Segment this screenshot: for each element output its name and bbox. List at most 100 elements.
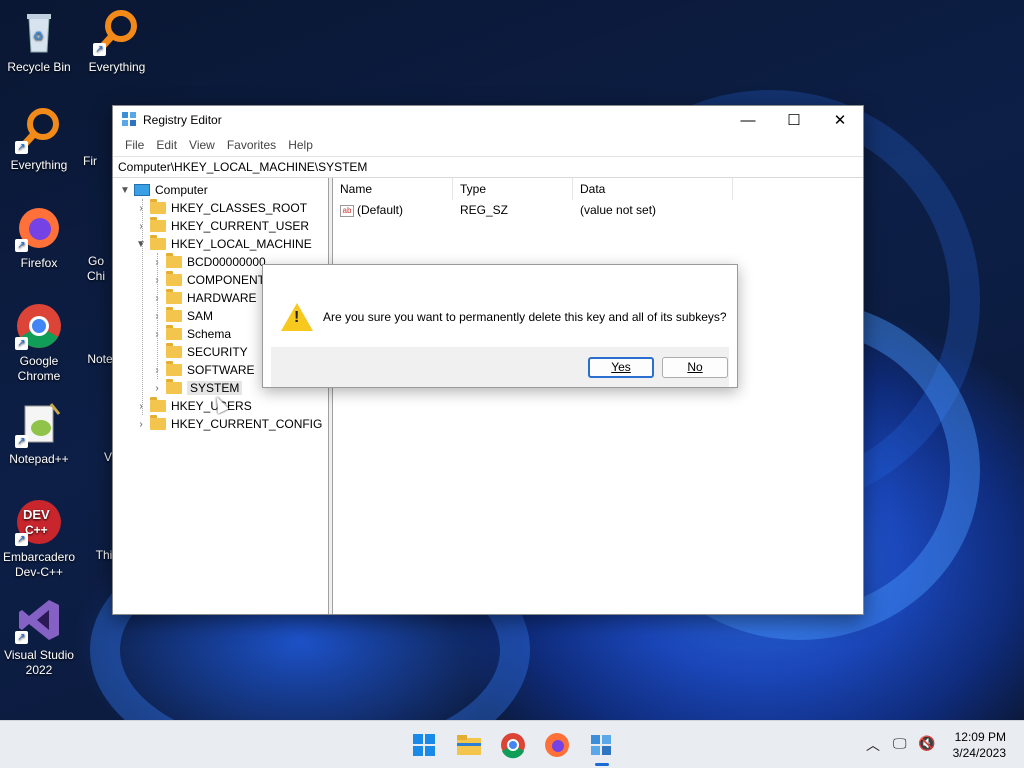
chevron-right-icon[interactable]: › bbox=[135, 203, 147, 214]
column-header-data[interactable]: Data bbox=[573, 178, 733, 200]
values-list: Name Type Data ab (Default) REG_SZ (value… bbox=[333, 178, 863, 614]
confirm-delete-dialog: ! Are you sure you want to permanently d… bbox=[262, 264, 738, 388]
desktop-icon-label: Fir bbox=[83, 154, 97, 168]
folder-icon bbox=[166, 325, 182, 340]
notepadpp-icon: ↗ bbox=[15, 400, 63, 448]
shortcut-arrow-icon: ↗ bbox=[15, 435, 28, 448]
desktop-icon-visual-studio[interactable]: ↗ Visual Studio 2022 bbox=[0, 596, 78, 678]
title-bar[interactable]: Registry Editor — ☐ ✕ bbox=[113, 106, 863, 134]
value-type: REG_SZ bbox=[460, 203, 509, 217]
desktop-icon-partial[interactable]: Fir bbox=[60, 154, 120, 169]
desktop-icon-label: Recycle Bin bbox=[7, 60, 71, 74]
tree-node-label: HKEY_LOCAL_MACHINE bbox=[171, 237, 312, 251]
desktop-icon-devcpp[interactable]: DEV C++ ↗ Embarcadero Dev-C++ bbox=[0, 498, 78, 580]
shortcut-arrow-icon: ↗ bbox=[15, 533, 28, 546]
menu-file[interactable]: File bbox=[119, 138, 150, 152]
folder-icon bbox=[150, 415, 166, 430]
network-icon[interactable]: 🖵 bbox=[893, 735, 907, 752]
folder-icon bbox=[150, 397, 166, 412]
devcpp-icon: DEV C++ ↗ bbox=[15, 498, 63, 546]
clock[interactable]: 12:09 PM 3/24/2023 bbox=[953, 729, 1006, 761]
regedit-app-icon bbox=[121, 111, 137, 130]
folder-icon bbox=[150, 199, 166, 214]
desktop-icon-notepadpp[interactable]: ↗ Notepad++ bbox=[0, 400, 78, 467]
chevron-right-icon[interactable]: › bbox=[151, 383, 163, 394]
address-bar[interactable]: Computer\HKEY_LOCAL_MACHINE\SYSTEM bbox=[113, 156, 863, 178]
value-name: (Default) bbox=[357, 203, 404, 217]
menu-favorites[interactable]: Favorites bbox=[221, 138, 282, 152]
windows-logo-icon bbox=[413, 734, 435, 756]
taskbar-chrome[interactable] bbox=[499, 731, 527, 759]
chevron-down-icon[interactable]: ▼ bbox=[119, 185, 131, 196]
window-title: Registry Editor bbox=[143, 113, 222, 127]
tree-node-hkcu[interactable]: › HKEY_CURRENT_USER bbox=[113, 217, 328, 235]
close-button[interactable]: ✕ bbox=[817, 106, 863, 134]
shortcut-arrow-icon: ↗ bbox=[15, 239, 28, 252]
tree-node-computer[interactable]: ▼ Computer bbox=[113, 181, 328, 199]
menu-edit[interactable]: Edit bbox=[150, 138, 183, 152]
folder-icon bbox=[150, 217, 166, 232]
string-value-icon: ab bbox=[340, 204, 354, 217]
chevron-right-icon[interactable]: › bbox=[135, 419, 147, 430]
menu-view[interactable]: View bbox=[183, 138, 221, 152]
column-header-name[interactable]: Name bbox=[333, 178, 453, 200]
desktop-icon-label: Visual Studio 2022 bbox=[4, 648, 74, 677]
desktop-icon-label: Notepad++ bbox=[9, 452, 69, 466]
shortcut-arrow-icon: ↗ bbox=[15, 631, 28, 644]
tree-node-label: HKEY_CURRENT_USER bbox=[171, 219, 310, 233]
yes-button[interactable]: Yes bbox=[588, 357, 654, 378]
visual-studio-icon: ↗ bbox=[15, 596, 63, 644]
dialog-message: Are you sure you want to permanently del… bbox=[323, 310, 727, 324]
chevron-up-icon[interactable]: ︿ bbox=[866, 735, 880, 755]
no-button[interactable]: No bbox=[662, 357, 728, 378]
taskbar: ︿ 🖵 🔇 12:09 PM 3/24/2023 bbox=[0, 720, 1024, 768]
taskbar-file-explorer[interactable] bbox=[455, 731, 483, 759]
tree-node-label: SECURITY bbox=[187, 345, 248, 359]
firefox-icon: ↗ bbox=[15, 204, 63, 252]
menu-help[interactable]: Help bbox=[282, 138, 319, 152]
tree-node-hklm[interactable]: ▼ HKEY_LOCAL_MACHINE bbox=[113, 235, 328, 253]
folder-icon bbox=[166, 289, 182, 304]
desktop-icon-chrome[interactable]: ↗ Google Chrome bbox=[0, 302, 78, 384]
folder-icon bbox=[166, 307, 182, 322]
tree-node-label: COMPONENTS bbox=[187, 273, 274, 287]
tree-node-hkcc[interactable]: › HKEY_CURRENT_CONFIG bbox=[113, 415, 328, 433]
taskbar-firefox[interactable] bbox=[543, 731, 571, 759]
desktop-icon-everything[interactable]: ↗ Everything bbox=[78, 8, 156, 75]
chevron-right-icon[interactable]: › bbox=[135, 401, 147, 412]
desktop-icon-recycle-bin[interactable]: ♻ Recycle Bin bbox=[0, 8, 78, 75]
folder-icon bbox=[166, 361, 182, 376]
table-row[interactable]: ab (Default) REG_SZ (value not set) bbox=[333, 200, 863, 220]
tree-node-label: SOFTWARE bbox=[187, 363, 255, 377]
start-button[interactable] bbox=[410, 731, 438, 759]
computer-icon bbox=[134, 184, 150, 196]
folder-icon bbox=[166, 343, 182, 358]
folder-icon bbox=[457, 735, 481, 755]
regedit-icon bbox=[591, 735, 611, 755]
warning-icon: ! bbox=[281, 303, 313, 331]
desktop-icon-label: Embarcadero Dev-C++ bbox=[2, 550, 76, 579]
tree-node-label: HKEY_CLASSES_ROOT bbox=[171, 201, 308, 215]
tree-node-label-selected: SYSTEM bbox=[187, 381, 243, 395]
maximize-button[interactable]: ☐ bbox=[771, 106, 817, 134]
shortcut-arrow-icon: ↗ bbox=[15, 141, 28, 154]
tree-node-label: HKEY_CURRENT_CONFIG bbox=[171, 417, 323, 431]
shortcut-arrow-icon: ↗ bbox=[15, 337, 28, 350]
clock-date: 3/24/2023 bbox=[952, 746, 1006, 760]
tree-node-label: Schema bbox=[187, 327, 232, 341]
minimize-button[interactable]: — bbox=[725, 106, 771, 134]
folder-icon bbox=[166, 379, 182, 394]
chevron-right-icon[interactable]: › bbox=[135, 221, 147, 232]
svg-text:DEV: DEV bbox=[23, 507, 50, 522]
taskbar-registry-editor[interactable] bbox=[587, 731, 615, 759]
chevron-down-icon[interactable]: ▼ bbox=[135, 239, 147, 250]
everything-icon: ↗ bbox=[93, 8, 141, 56]
svg-text:C++: C++ bbox=[25, 523, 48, 537]
chrome-icon: ↗ bbox=[15, 302, 63, 350]
everything-icon: ↗ bbox=[15, 106, 63, 154]
tree-node-hkcr[interactable]: › HKEY_CLASSES_ROOT bbox=[113, 199, 328, 217]
clock-time: 12:09 PM bbox=[954, 730, 1006, 744]
volume-muted-icon[interactable]: 🔇 bbox=[918, 735, 935, 752]
column-header-type[interactable]: Type bbox=[453, 178, 573, 200]
tree-node-label: BCD00000000 bbox=[187, 255, 266, 269]
